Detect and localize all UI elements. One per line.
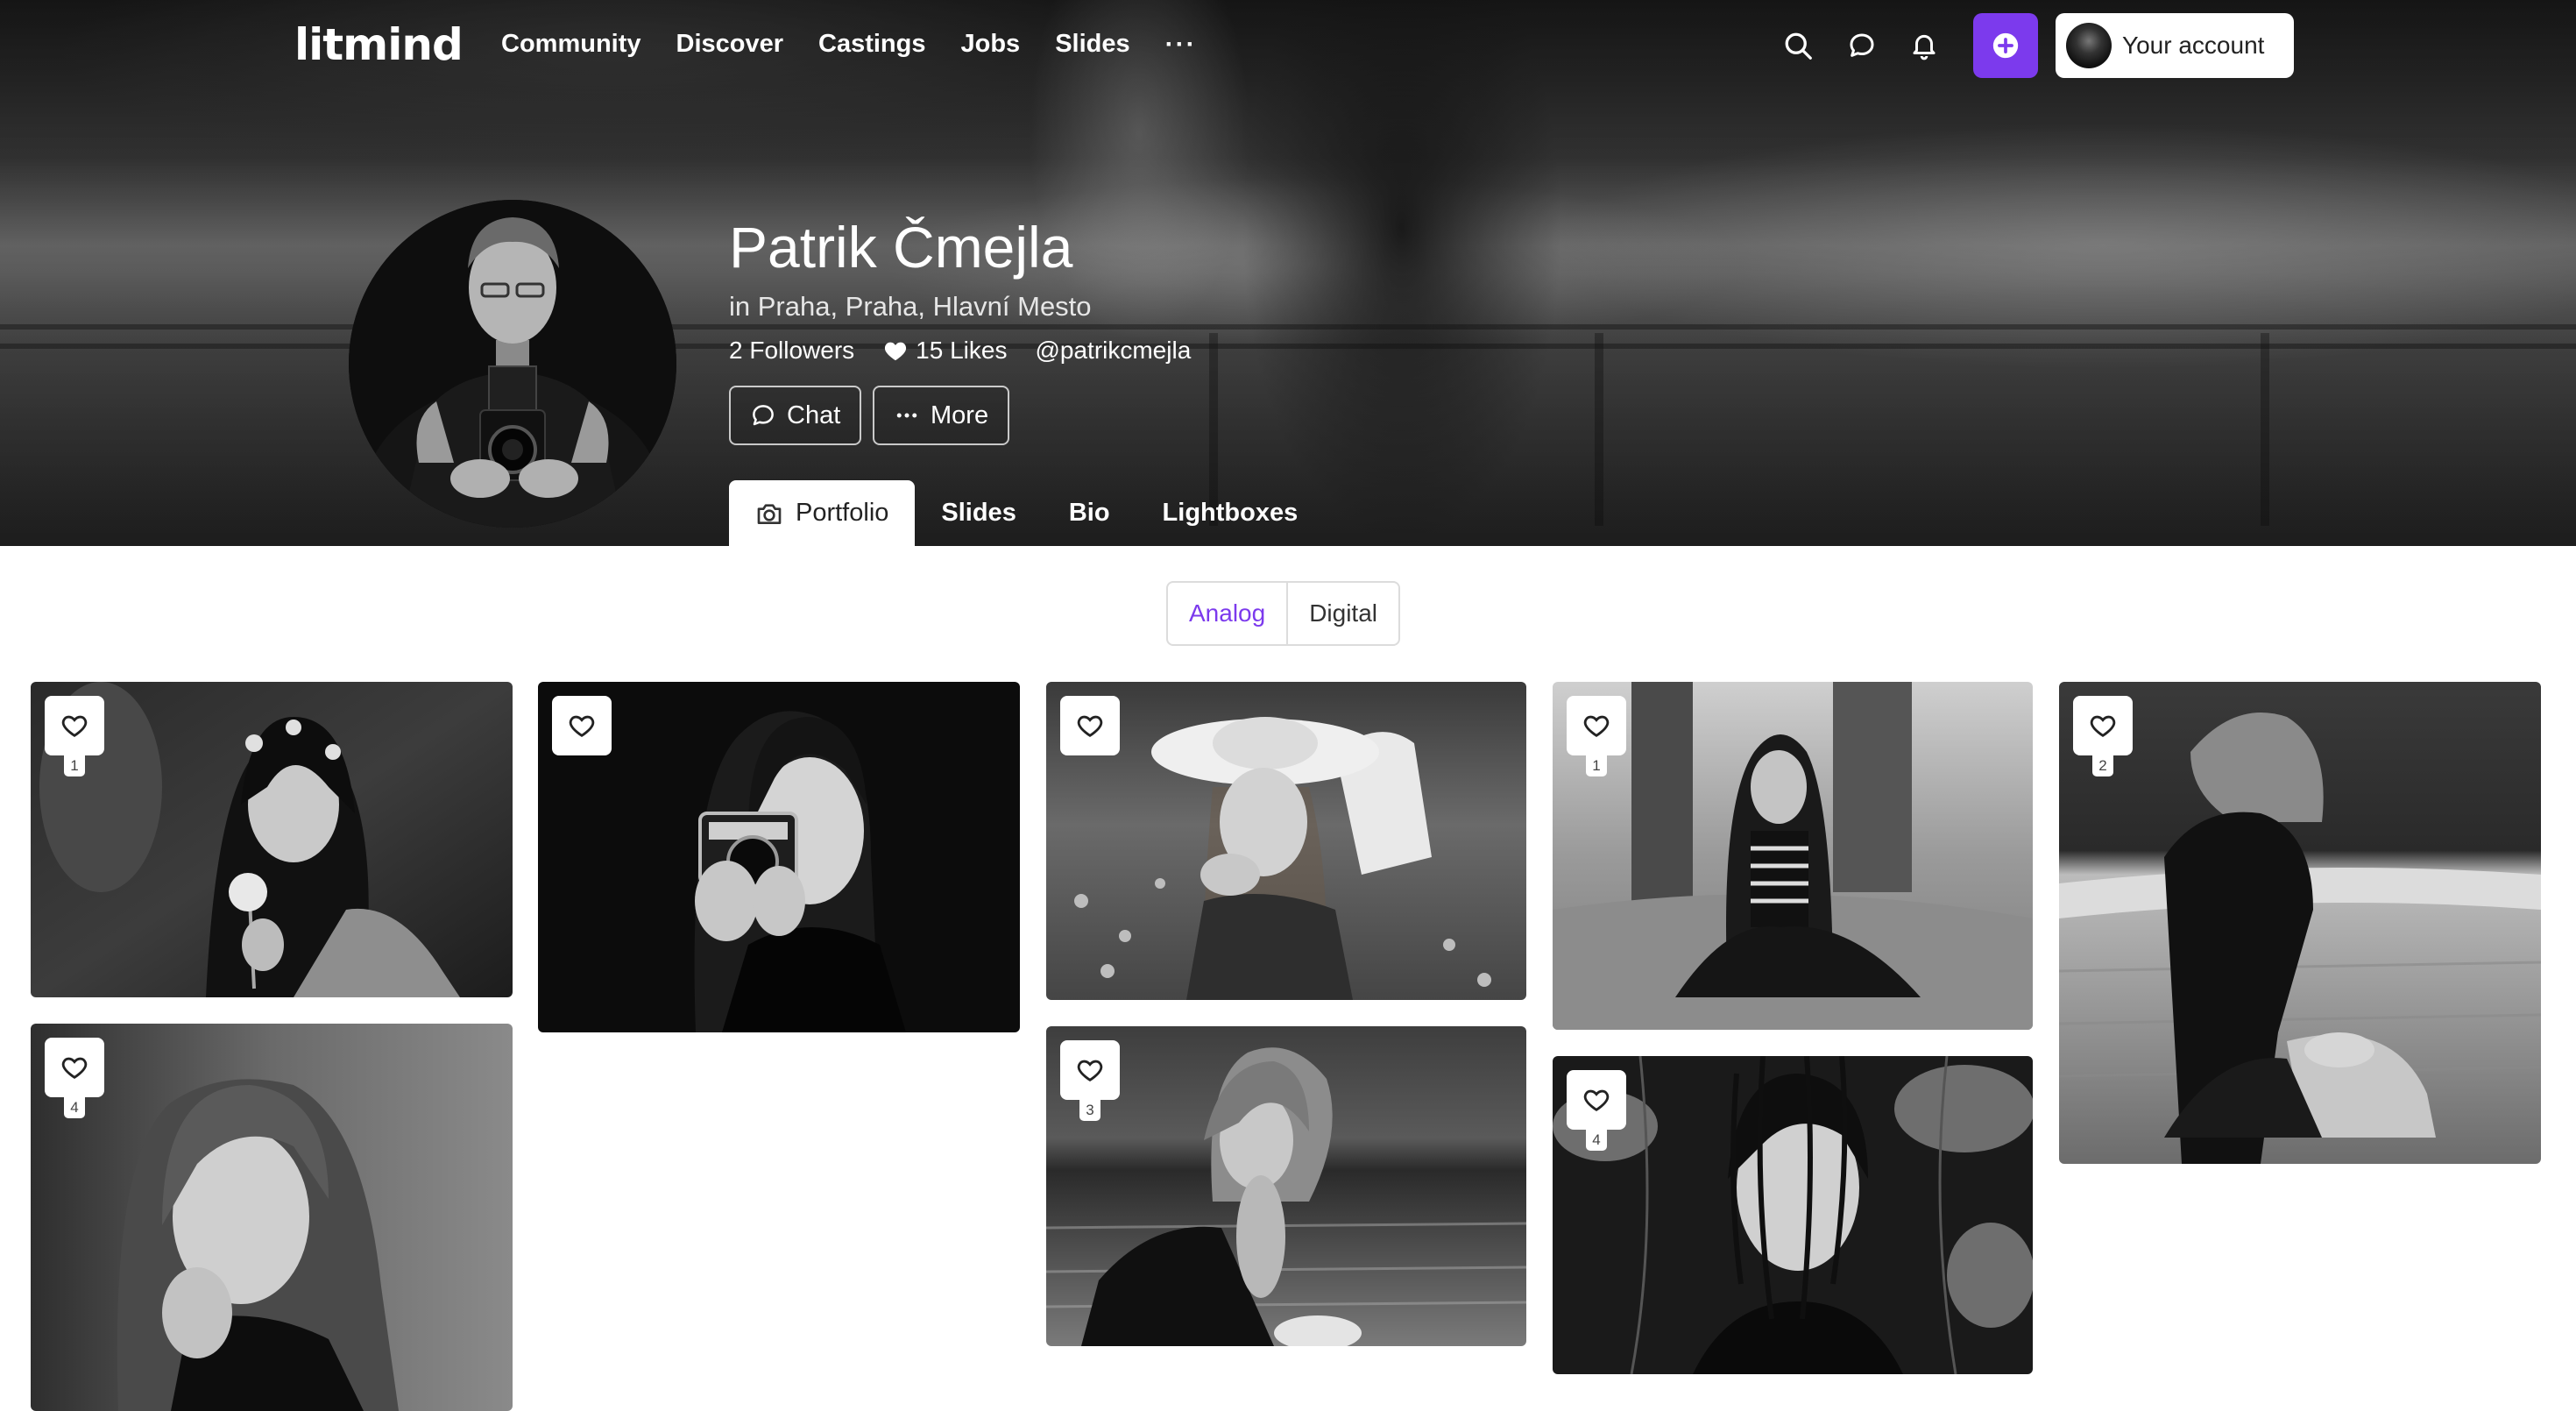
favorite-button[interactable] <box>45 696 104 755</box>
top-navigation: litmind Community Discover Castings Jobs… <box>0 0 2576 93</box>
favorite-count: 4 <box>1586 1130 1607 1151</box>
chat-button[interactable]: Chat <box>729 386 862 445</box>
nav-links: Community Discover Castings Jobs Slides … <box>501 30 1197 60</box>
nav-slides[interactable]: Slides <box>1055 30 1129 60</box>
portfolio-photo[interactable]: 1 <box>31 682 513 997</box>
portfolio-photo[interactable]: 4 <box>1553 1056 2033 1374</box>
bell-icon <box>1913 34 1936 60</box>
favorite-count: 1 <box>64 755 85 776</box>
portfolio-photo[interactable]: 4 <box>31 1024 513 1411</box>
filter-digital[interactable]: Digital <box>1288 583 1398 644</box>
heart-outline-icon <box>1583 1089 1610 1111</box>
followers-count[interactable]: 2 Followers <box>729 337 854 365</box>
favorite-button[interactable] <box>1060 1040 1120 1100</box>
plus-icon <box>1992 32 2019 59</box>
tab-slides-label: Slides <box>941 499 1016 527</box>
portfolio-photo[interactable]: 3 <box>1046 1026 1526 1346</box>
heart-outline-icon <box>61 715 88 737</box>
more-button-label: More <box>931 401 989 429</box>
heart-outline-icon <box>1583 715 1610 737</box>
favorite-count: 1 <box>1586 755 1607 776</box>
account-button[interactable]: Your account <box>2056 13 2294 78</box>
nav-jobs[interactable]: Jobs <box>961 30 1021 60</box>
profile-tabs: Portfolio Slides Bio Lightboxes <box>729 480 1324 546</box>
messages-button[interactable] <box>1843 26 1881 65</box>
tab-bio-label: Bio <box>1068 499 1110 527</box>
favorite-button[interactable] <box>45 1038 104 1097</box>
profile-name: Patrik Čmejla <box>729 215 1073 280</box>
notifications-button[interactable] <box>1905 26 1943 65</box>
profile-handle: @patrikcmejla <box>1035 337 1192 364</box>
heart-outline-icon <box>1077 1060 1103 1081</box>
heart-outline-icon <box>1077 715 1103 737</box>
heart-outline-icon <box>2090 715 2116 737</box>
profile-stats: 2 Followers 15 Likes @patrikcmejla <box>729 337 1191 365</box>
chat-button-label: Chat <box>787 401 841 429</box>
create-button[interactable] <box>1973 13 2038 78</box>
favorite-button[interactable] <box>1567 696 1626 755</box>
favorite-count: 2 <box>2092 755 2113 776</box>
tab-lightboxes[interactable]: Lightboxes <box>1136 480 1325 546</box>
search-button[interactable] <box>1779 26 1817 65</box>
heart-outline-icon <box>61 1057 88 1079</box>
portfolio-photo[interactable]: 1 <box>1553 682 2033 1030</box>
profile-avatar <box>349 200 676 528</box>
account-label: Your account <box>2122 32 2265 59</box>
favorite-button[interactable] <box>552 696 612 755</box>
heart-outline-icon <box>569 715 595 737</box>
camera-icon <box>757 503 782 524</box>
ellipsis-icon <box>896 413 917 418</box>
litmind-logo[interactable]: litmind <box>294 19 464 70</box>
nav-community[interactable]: Community <box>501 30 641 60</box>
portfolio-photo[interactable] <box>1046 682 1526 1000</box>
tab-portfolio-label: Portfolio <box>796 499 889 527</box>
account-avatar <box>2066 23 2112 68</box>
favorite-button[interactable] <box>1567 1070 1626 1130</box>
nav-more-menu[interactable]: ··· <box>1165 30 1197 60</box>
heart-icon <box>885 342 907 361</box>
favorite-button[interactable] <box>2073 696 2133 755</box>
tab-bio[interactable]: Bio <box>1043 480 1136 546</box>
chat-icon <box>753 405 774 426</box>
chat-icon <box>1850 33 1874 57</box>
tab-portfolio[interactable]: Portfolio <box>729 480 916 546</box>
nav-discover[interactable]: Discover <box>676 30 784 60</box>
favorite-button[interactable] <box>1060 696 1120 755</box>
portfolio-photo[interactable] <box>538 682 1020 1032</box>
tab-lightboxes-label: Lightboxes <box>1162 499 1299 527</box>
format-filter: Analog Digital <box>1166 581 1400 646</box>
more-button[interactable]: More <box>873 386 1010 445</box>
likes-count: 15 Likes <box>916 337 1008 364</box>
profile-location: in Praha, Praha, Hlavní Mesto <box>729 291 1092 322</box>
nav-castings[interactable]: Castings <box>818 30 925 60</box>
filter-analog[interactable]: Analog <box>1168 583 1286 644</box>
portfolio-photo[interactable]: 2 <box>2059 682 2541 1164</box>
tab-slides[interactable]: Slides <box>915 480 1042 546</box>
favorite-count: 4 <box>64 1097 85 1118</box>
search-icon <box>1785 32 1812 60</box>
favorite-count: 3 <box>1079 1100 1100 1121</box>
